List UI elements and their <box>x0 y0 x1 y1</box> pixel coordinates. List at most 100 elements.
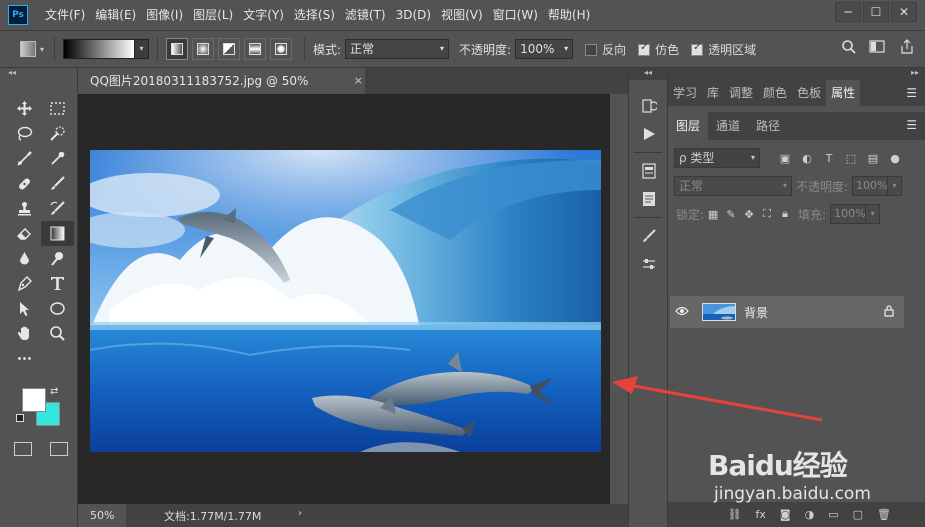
status-menu-arrow[interactable]: › <box>298 508 302 519</box>
menu-filter[interactable]: 滤镜(T) <box>340 0 391 30</box>
dither-check-box[interactable] <box>638 42 651 56</box>
lock-transparent-icon[interactable]: ▦ <box>704 208 722 221</box>
menu-image[interactable]: 图像(I) <box>141 0 188 30</box>
menu-layer[interactable]: 图层(L) <box>188 0 238 30</box>
pen-tool[interactable] <box>8 271 41 296</box>
tab-color[interactable]: 颜色 <box>758 80 792 106</box>
lock-all-icon[interactable]: 🔒︎ <box>776 207 794 221</box>
search-icon[interactable] <box>841 39 857 59</box>
mode-select[interactable]: 正常 ▾ <box>345 39 450 59</box>
radial-gradient-button[interactable] <box>192 38 214 60</box>
smart-object-filter-icon[interactable]: ▤ <box>864 152 882 165</box>
ellipse-tool[interactable] <box>41 296 74 321</box>
reverse-check-box[interactable] <box>585 44 598 56</box>
properties-panel-icon[interactable] <box>629 157 669 185</box>
gradient-tool[interactable] <box>41 221 74 246</box>
eyedropper-tool[interactable] <box>41 146 74 171</box>
menu-help[interactable]: 帮助(H) <box>543 0 595 30</box>
tab-paths[interactable]: 路径 <box>748 112 788 140</box>
menu-edit[interactable]: 编辑(E) <box>90 0 141 30</box>
move-tool[interactable] <box>8 96 41 121</box>
brush-tool[interactable] <box>41 171 74 196</box>
vertical-scrollbar[interactable] <box>610 94 628 504</box>
maximize-button[interactable]: ☐ <box>863 2 889 22</box>
dither-checkbox[interactable]: 仿色 <box>638 41 679 58</box>
lasso-tool[interactable] <box>8 121 41 146</box>
zoom-tool[interactable] <box>41 321 74 346</box>
transparency-check-box[interactable] <box>691 42 704 56</box>
quick-mask-icon[interactable] <box>14 442 32 456</box>
linear-gradient-button[interactable] <box>166 38 188 60</box>
quick-select-tool[interactable] <box>41 121 74 146</box>
shape-filter-icon[interactable]: ⬚ <box>842 152 860 165</box>
layers-panel-menu-icon[interactable]: ☰ <box>906 118 917 132</box>
more-tools-button[interactable] <box>8 346 41 371</box>
hand-tool[interactable] <box>8 321 41 346</box>
diamond-gradient-button[interactable] <box>270 38 292 60</box>
lock-artboard-icon[interactable]: ⛶ <box>758 207 776 221</box>
crop-tool[interactable] <box>8 146 41 171</box>
transparency-checkbox[interactable]: 透明区域 <box>691 41 756 58</box>
adjustments-sliders-icon[interactable] <box>629 250 669 278</box>
tab-learn[interactable]: 学习 <box>668 80 702 106</box>
adjustment-filter-icon[interactable]: ◐ <box>798 152 816 165</box>
layer-opacity-dropdown[interactable]: ▾ <box>888 176 903 196</box>
default-colors-icon[interactable] <box>16 414 24 422</box>
brush-settings-icon[interactable] <box>629 222 669 250</box>
pixel-filter-icon[interactable]: ▣ <box>776 152 794 165</box>
layer-filter-select[interactable]: ρ 类型 ▾ <box>674 148 760 168</box>
tab-channels[interactable]: 通道 <box>708 112 748 140</box>
foreground-color-swatch[interactable] <box>22 388 46 412</box>
actions-play-icon[interactable] <box>629 120 669 148</box>
history-panel-icon[interactable] <box>629 92 669 120</box>
opacity-input[interactable]: 100% ▾ <box>515 39 574 59</box>
tab-adjustments[interactable]: 调整 <box>724 80 758 106</box>
fill-input[interactable]: 100% <box>830 204 867 224</box>
eye-icon[interactable] <box>670 305 694 319</box>
angle-gradient-button[interactable] <box>218 38 240 60</box>
fill-dropdown[interactable]: ▾ <box>866 204 881 224</box>
healing-brush-tool[interactable] <box>8 171 41 196</box>
screen-mode-icon[interactable] <box>50 442 68 456</box>
eraser-tool[interactable] <box>8 221 41 246</box>
filter-toggle-icon[interactable]: ● <box>886 152 904 165</box>
tab-properties[interactable]: 属性 <box>826 80 861 106</box>
blur-tool[interactable] <box>8 246 41 271</box>
swap-colors-icon[interactable]: ⇄ <box>50 386 58 397</box>
tab-layers[interactable]: 图层 <box>668 112 709 140</box>
share-icon[interactable] <box>899 39 915 59</box>
menu-window[interactable]: 窗口(W) <box>488 0 543 30</box>
tool-preset-picker[interactable]: ▾ <box>20 38 46 60</box>
workspace-icon[interactable] <box>869 40 887 58</box>
gradient-editor-swatch[interactable] <box>63 39 135 59</box>
dodge-tool[interactable] <box>41 246 74 271</box>
lock-position-icon[interactable]: ✥ <box>740 208 758 221</box>
close-tab-icon[interactable]: × <box>354 68 363 94</box>
type-filter-icon[interactable]: T <box>820 152 838 165</box>
menu-select[interactable]: 选择(S) <box>289 0 340 30</box>
layer-opacity-input[interactable]: 100% <box>852 176 889 196</box>
notes-panel-icon[interactable] <box>629 185 669 213</box>
reflected-gradient-button[interactable] <box>244 38 266 60</box>
collapse-right-panel-icon[interactable]: ▸▸ <box>668 68 925 80</box>
panel-menu-icon[interactable]: ☰ <box>906 86 917 100</box>
zoom-level[interactable]: 50% <box>78 504 126 527</box>
collapse-toolbar-icon[interactable]: ◂◂ <box>0 68 77 80</box>
document-tab[interactable]: QQ图片20180311183752.jpg @ 50%(RGB/8#) × <box>78 68 365 114</box>
lock-pixels-icon[interactable]: ✎ <box>722 208 740 221</box>
gradient-picker-dropdown[interactable]: ▾ <box>135 39 149 59</box>
menu-view[interactable]: 视图(V) <box>436 0 488 30</box>
tab-swatches[interactable]: 色板 <box>792 80 826 106</box>
clone-stamp-tool[interactable] <box>8 196 41 221</box>
path-selection-tool[interactable] <box>8 296 41 321</box>
menu-file[interactable]: 文件(F) <box>40 0 90 30</box>
marquee-tool[interactable] <box>41 96 74 121</box>
layer-row[interactable]: 背景 <box>670 296 904 328</box>
collapse-panel-icon[interactable]: ◂◂ <box>629 68 667 80</box>
type-tool[interactable] <box>41 271 74 296</box>
close-window-button[interactable]: ✕ <box>891 2 917 22</box>
minimize-button[interactable]: ─ <box>835 2 861 22</box>
blend-mode-select[interactable]: 正常 ▾ <box>674 176 792 196</box>
reverse-checkbox[interactable]: 反向 <box>585 41 626 58</box>
history-brush-tool[interactable] <box>41 196 74 221</box>
